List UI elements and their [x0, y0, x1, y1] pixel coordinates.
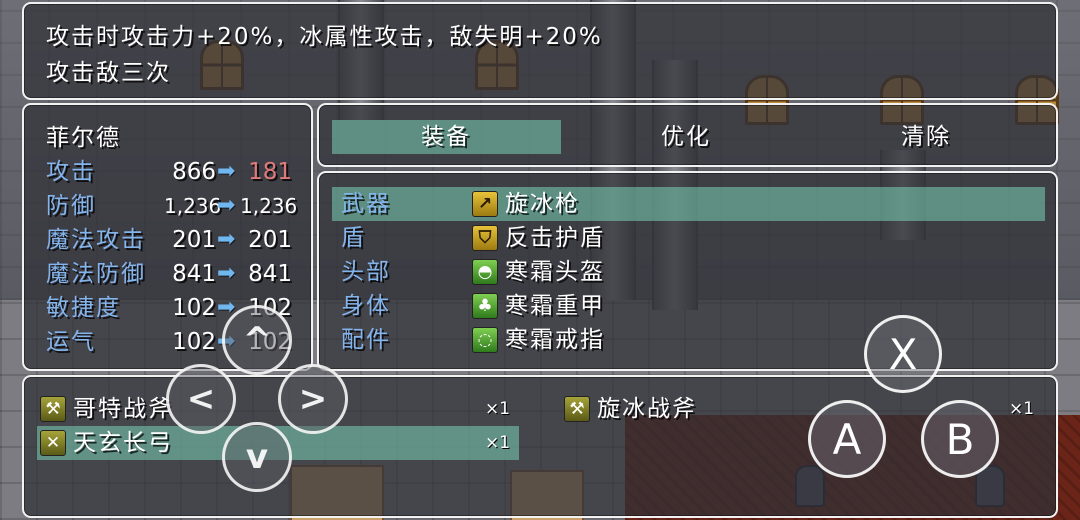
help-text-line2: 攻击敌三次: [46, 60, 171, 86]
axe-icon: ⚒: [40, 396, 66, 422]
equipped-item-name[interactable]: 反击护盾: [505, 223, 605, 253]
equipped-item-name[interactable]: 寒霜戒指: [505, 325, 605, 355]
actor-name: 菲尔德: [46, 125, 121, 151]
param-new-value: 1,236: [240, 194, 298, 218]
right-arrow-icon: ➡: [217, 159, 236, 184]
param-current-value: 1,236: [164, 194, 222, 218]
dpad-down-button[interactable]: v: [222, 422, 292, 492]
x-button[interactable]: X: [864, 315, 942, 393]
armor-icon: ♣: [472, 293, 498, 319]
axe-icon: ⚒: [564, 396, 590, 422]
param-current-value: 102: [172, 329, 216, 355]
ring-icon: ◌: [472, 327, 498, 353]
equipped-item-name[interactable]: 旋冰枪: [505, 189, 580, 219]
param-label: 魔法攻击: [46, 227, 146, 253]
slot-label: 盾: [341, 225, 366, 251]
slot-label: 武器: [341, 191, 391, 217]
param-new-value: 181: [248, 159, 292, 185]
param-current-value: 201: [172, 227, 216, 253]
param-label: 攻击: [46, 159, 96, 185]
right-arrow-icon: ➡: [217, 227, 236, 252]
item-count: ×1: [1009, 399, 1035, 419]
inventory-item-name[interactable]: 哥特战斧: [73, 394, 173, 424]
equip-slot-window: 武器 ↗ 旋冰枪盾 ⛉ 反击护盾头部 ◓ 寒霜头盔身体 ♣ 寒霜重甲配件 ◌ 寒霜戒指: [317, 171, 1058, 371]
command-optimize[interactable]: 优化: [661, 122, 711, 152]
param-new-value: 841: [248, 261, 292, 287]
b-button[interactable]: B: [921, 400, 999, 478]
param-current-value: 102: [172, 295, 216, 321]
dpad-right-button[interactable]: >: [278, 364, 348, 434]
param-current-value: 866: [172, 159, 216, 185]
command-window: 装备 优化 清除: [317, 103, 1058, 167]
shield-icon: ⛉: [472, 225, 498, 251]
command-equip[interactable]: 装备: [421, 122, 471, 152]
slot-label: 身体: [341, 293, 391, 319]
dpad-left-button[interactable]: <: [166, 364, 236, 434]
equipped-item-name[interactable]: 寒霜头盔: [505, 257, 605, 287]
item-count: ×1: [485, 399, 511, 419]
equipped-item-name[interactable]: 寒霜重甲: [505, 291, 605, 321]
inventory-item-name[interactable]: 旋冰战斧: [597, 394, 697, 424]
param-new-value: 201: [248, 227, 292, 253]
command-clear[interactable]: 清除: [901, 122, 951, 152]
param-label: 运气: [46, 329, 96, 355]
help-window: 攻击时攻击力+20%，冰属性攻击，敌失明+20% 攻击敌三次: [22, 2, 1058, 100]
a-button[interactable]: A: [808, 400, 886, 478]
helmet-icon: ◓: [472, 259, 498, 285]
spear-icon: ↗: [472, 191, 498, 217]
dpad-up-button[interactable]: ^: [222, 305, 292, 375]
slot-label: 配件: [341, 327, 391, 353]
param-label: 魔法防御: [46, 261, 146, 287]
inventory-item-name[interactable]: 天玄长弓: [73, 428, 173, 458]
help-text-line1: 攻击时攻击力+20%，冰属性攻击，敌失明+20%: [46, 24, 603, 50]
slot-label: 头部: [341, 259, 391, 285]
right-arrow-icon: ➡: [217, 261, 236, 286]
item-count: ×1: [485, 433, 511, 453]
slot-cursor: [332, 187, 1045, 221]
param-label: 防御: [46, 193, 96, 219]
right-arrow-icon: ➡: [217, 193, 236, 218]
param-current-value: 841: [172, 261, 216, 287]
param-label: 敏捷度: [46, 295, 121, 321]
bow-icon: ✕: [40, 430, 66, 456]
